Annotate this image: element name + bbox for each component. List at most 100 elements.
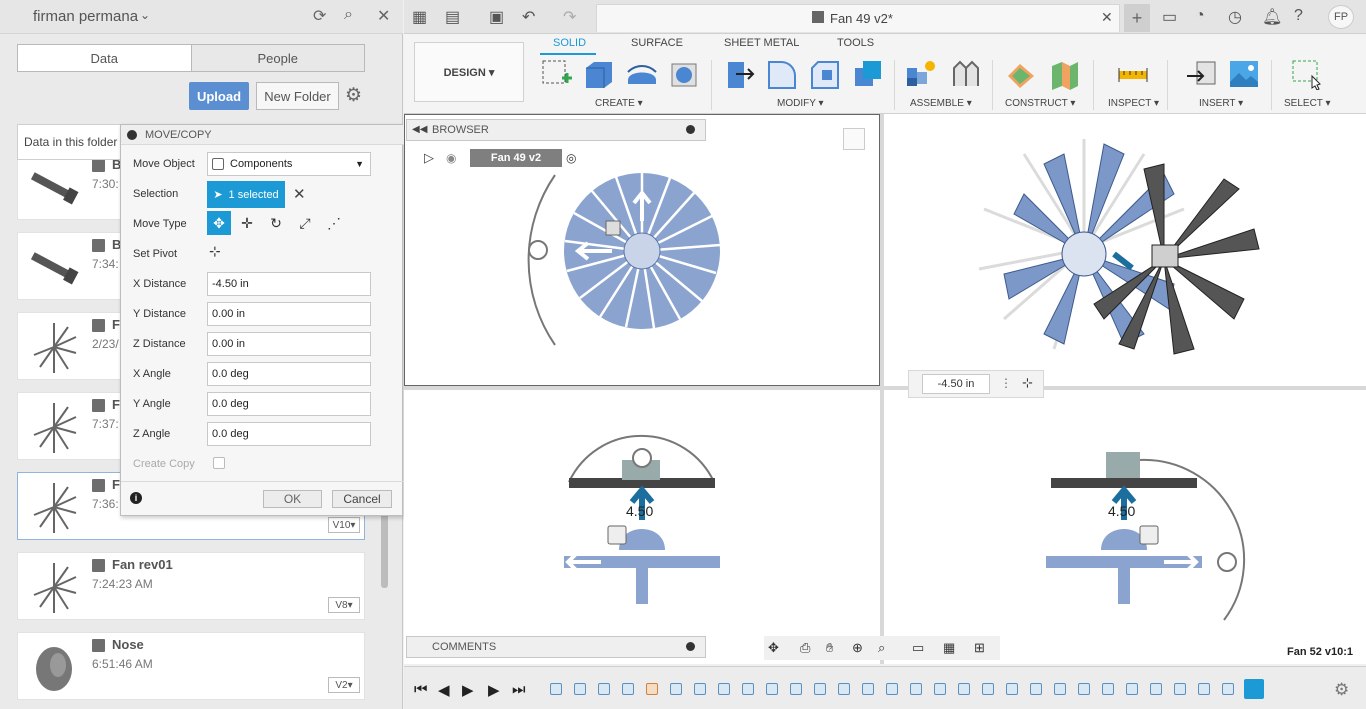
grid-menu-icon[interactable]: ▦ xyxy=(412,7,427,27)
gear-icon[interactable]: ⚙ xyxy=(345,84,362,107)
timeline-feature[interactable] xyxy=(1006,683,1018,695)
extensions-icon[interactable]: ◔ xyxy=(1195,7,1205,25)
notification-bell-icon[interactable]: 🔔︎ xyxy=(1262,7,1282,27)
timeline-feature[interactable] xyxy=(1102,683,1114,695)
tab-solid[interactable]: SOLID xyxy=(553,37,586,49)
go-to-end-icon[interactable]: ⏭︎ xyxy=(512,681,526,698)
timeline-feature[interactable] xyxy=(574,683,586,695)
point-to-point-icon[interactable]: ⤢ xyxy=(293,211,317,235)
tab-data[interactable]: Data xyxy=(18,45,192,71)
timeline-feature[interactable] xyxy=(958,683,970,695)
display-settings-icon[interactable]: ▭ xyxy=(912,640,924,656)
insert-derive-icon[interactable] xyxy=(1185,58,1219,90)
sweep-icon[interactable] xyxy=(668,58,702,90)
viewport-perspective[interactable] xyxy=(884,114,1366,386)
upload-button[interactable]: Upload xyxy=(189,82,249,110)
move-object-select[interactable]: Components ▼ xyxy=(207,152,371,176)
measure-icon[interactable] xyxy=(1116,58,1150,90)
timeline-feature[interactable] xyxy=(694,683,706,695)
undo-icon[interactable]: ↶ xyxy=(522,7,535,27)
activate-icon[interactable]: ◎ xyxy=(566,151,576,165)
clear-selection-icon[interactable]: ✕ xyxy=(293,185,306,203)
chevron-down-icon[interactable]: ⌄ xyxy=(140,8,150,22)
job-status-icon[interactable]: ◷ xyxy=(1228,7,1242,27)
insert-canvas-icon[interactable] xyxy=(1227,58,1261,90)
select-group-label[interactable]: SELECT ▾ xyxy=(1284,98,1331,109)
new-folder-button[interactable]: New Folder xyxy=(256,82,339,110)
timeline-feature[interactable] xyxy=(886,683,898,695)
viewport-right[interactable]: 4.50 xyxy=(884,390,1366,664)
timeline-feature[interactable] xyxy=(646,683,658,695)
save-icon[interactable]: ▣ xyxy=(489,7,504,27)
timeline-feature[interactable] xyxy=(838,683,850,695)
distance-input[interactable]: -4.50 in xyxy=(922,374,990,394)
offset-plane-icon[interactable] xyxy=(1004,58,1038,90)
revolve-icon[interactable] xyxy=(625,58,659,90)
y-distance-input[interactable]: 0.00 in xyxy=(207,302,371,326)
chamfer-icon[interactable] xyxy=(808,58,842,90)
create-group-label[interactable]: CREATE ▾ xyxy=(595,98,643,109)
pivot-icon[interactable]: ⊹ xyxy=(1022,375,1033,391)
press-pull-icon[interactable] xyxy=(722,58,756,90)
shell-icon[interactable] xyxy=(851,58,885,90)
timeline-feature[interactable] xyxy=(790,683,802,695)
search-icon[interactable]: ⌕ xyxy=(344,6,353,24)
step-back-icon[interactable]: ◀ xyxy=(438,681,450,699)
timeline-feature[interactable] xyxy=(742,683,754,695)
midplane-icon[interactable] xyxy=(1048,58,1082,90)
create-copy-checkbox[interactable] xyxy=(213,457,225,469)
timeline-feature[interactable] xyxy=(598,683,610,695)
workspace-switcher[interactable]: DESIGN ▾ xyxy=(414,42,524,102)
collapse-icon[interactable] xyxy=(127,130,137,140)
file-icon[interactable]: ▤ xyxy=(445,7,460,27)
assemble-group-label[interactable]: ASSEMBLE ▾ xyxy=(910,98,972,109)
fillet-icon[interactable] xyxy=(765,58,799,90)
rotate-icon[interactable]: ↻ xyxy=(264,211,288,235)
timeline-feature[interactable] xyxy=(1198,683,1210,695)
timeline-feature[interactable] xyxy=(1150,683,1162,695)
timeline-settings-gear-icon[interactable]: ⚙ xyxy=(1334,680,1349,700)
ok-button[interactable]: OK xyxy=(263,490,322,508)
more-options-icon[interactable]: ⋮ xyxy=(1000,376,1012,390)
close-icon[interactable]: ✕ xyxy=(377,6,390,26)
help-icon[interactable]: ? xyxy=(1294,7,1303,25)
timeline-feature[interactable] xyxy=(550,683,562,695)
timeline-feature[interactable] xyxy=(622,683,634,695)
browser-minimize-icon[interactable] xyxy=(686,125,695,134)
timeline-feature[interactable] xyxy=(766,683,778,695)
joint-icon[interactable] xyxy=(948,58,982,90)
expand-node-icon[interactable]: ▷ xyxy=(424,150,434,166)
version-dropdown[interactable]: V8▾ xyxy=(328,597,360,613)
viewport-divider-horizontal[interactable] xyxy=(404,386,1366,390)
timeline-feature[interactable] xyxy=(934,683,946,695)
point-to-position-icon[interactable]: ⋰ xyxy=(322,211,346,235)
look-at-icon[interactable]: ⎙ xyxy=(800,640,810,656)
zoom-icon[interactable]: ⊕ xyxy=(852,640,863,656)
close-tab-icon[interactable]: ✕ xyxy=(1101,9,1113,26)
timeline-feature[interactable] xyxy=(670,683,682,695)
viewcube-icon[interactable] xyxy=(843,128,865,150)
cancel-button[interactable]: Cancel xyxy=(332,490,392,508)
fit-icon[interactable]: ⌕ xyxy=(878,640,885,656)
version-dropdown[interactable]: V2▾ xyxy=(328,677,360,693)
timeline-feature[interactable] xyxy=(1054,683,1066,695)
pivot-icon[interactable]: ⊹ xyxy=(209,243,221,260)
timeline-feature[interactable] xyxy=(910,683,922,695)
timeline-feature[interactable] xyxy=(1078,683,1090,695)
go-to-start-icon[interactable]: ⏮︎ xyxy=(414,681,428,698)
user-name[interactable]: firman permana xyxy=(33,8,138,25)
orbit-icon[interactable]: ✥ xyxy=(768,640,779,656)
list-item[interactable]: Fan rev01 7:24:23 AM V8▾ xyxy=(17,552,365,620)
timeline-current-feature[interactable] xyxy=(1244,679,1264,699)
z-angle-input[interactable]: 0.0 deg xyxy=(207,422,371,446)
timeline-feature[interactable] xyxy=(1126,683,1138,695)
timeline-feature[interactable] xyxy=(718,683,730,695)
pan-hand-icon[interactable]: ✋︎ xyxy=(826,640,833,656)
window-select-icon[interactable] xyxy=(1290,58,1324,90)
y-angle-input[interactable]: 0.0 deg xyxy=(207,392,371,416)
timeline-feature[interactable] xyxy=(862,683,874,695)
browser-root-node[interactable]: Fan 49 v2 xyxy=(470,149,562,167)
timeline-feature[interactable] xyxy=(1174,683,1186,695)
insert-group-label[interactable]: INSERT ▾ xyxy=(1199,98,1243,109)
extrude-icon[interactable] xyxy=(582,58,616,90)
